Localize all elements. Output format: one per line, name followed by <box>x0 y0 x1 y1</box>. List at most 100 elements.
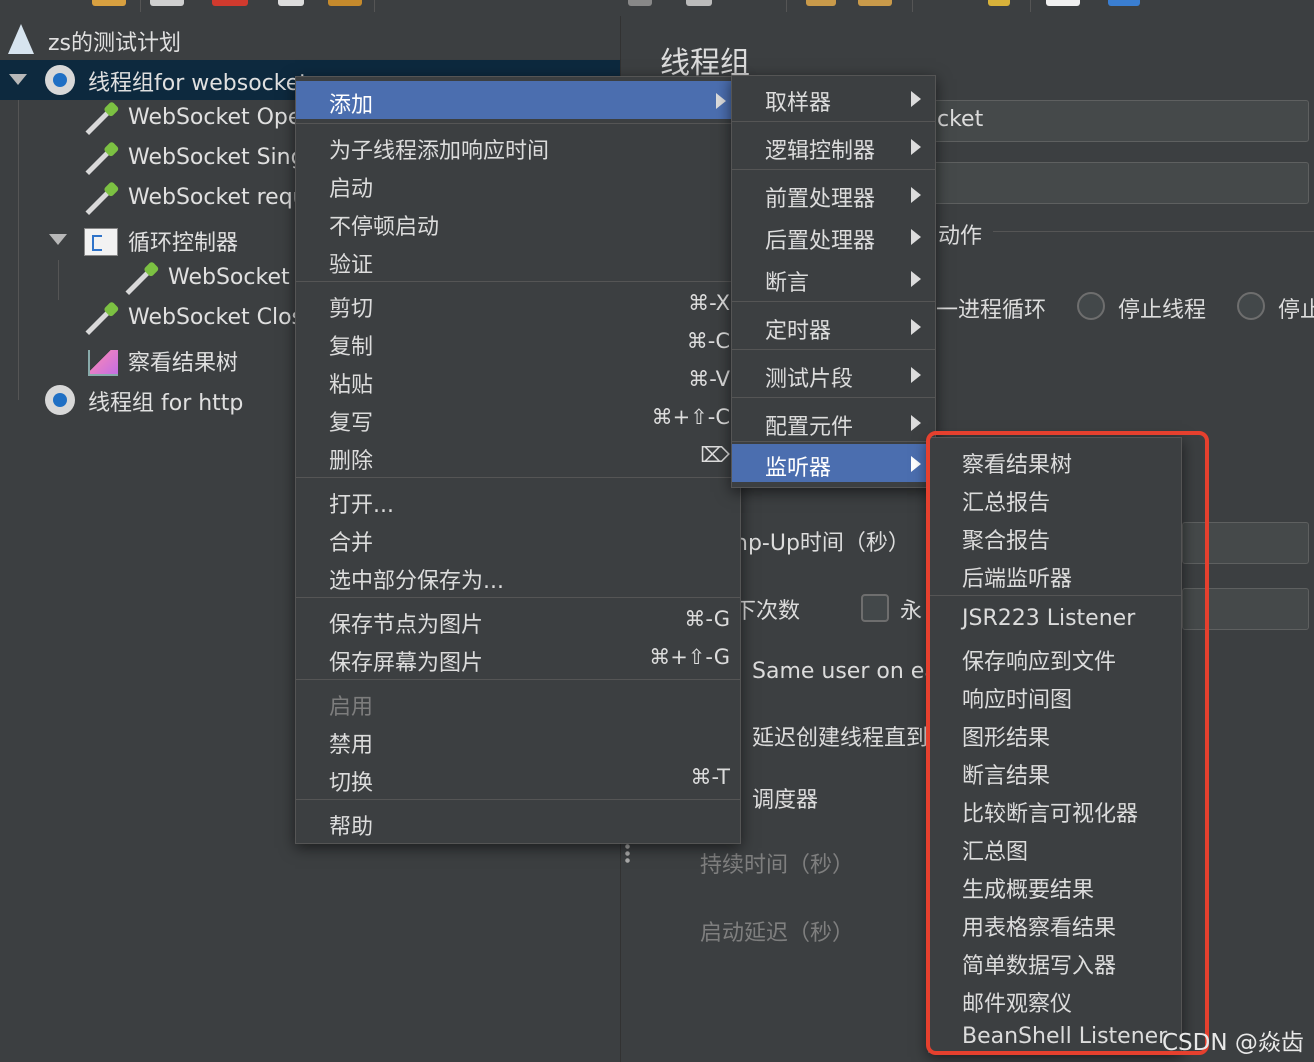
toolbar-start-icon[interactable] <box>628 0 652 6</box>
toolbar-search-icon[interactable] <box>988 0 1010 6</box>
same-user-label: Same user on ea <box>752 659 938 684</box>
expand-triangle-icon[interactable] <box>49 234 67 245</box>
submenu-arrow-icon <box>716 93 726 109</box>
radio-stop-test[interactable] <box>1237 292 1265 320</box>
menu-item-cut[interactable]: 剪切 ⌘-X <box>296 285 740 323</box>
radio-stop-thread-label: 停止线程 <box>1118 298 1207 323</box>
submenu-item-test-fragment[interactable]: 测试片段 <box>732 355 935 393</box>
toolbar-folder-icon[interactable] <box>92 0 126 6</box>
submenu-arrow-icon <box>911 415 921 431</box>
split-pane-grip-icon[interactable] <box>625 843 630 863</box>
submenu-arrow-icon <box>911 91 921 107</box>
action-label: 动作 <box>938 224 983 249</box>
menu-item-help[interactable]: 帮助 <box>296 803 740 841</box>
startup-delay-label: 启动延迟（秒） <box>700 921 855 946</box>
loop-count-label: 下次数 <box>734 599 801 624</box>
submenu-arrow-icon <box>911 229 921 245</box>
tree-item-test-plan[interactable]: zs的测试计划 <box>0 20 620 60</box>
toolbar-separator <box>374 0 375 12</box>
menu-item-start[interactable]: 启动 <box>296 165 740 203</box>
menu-item-paste[interactable]: 粘贴 ⌘-V <box>296 361 740 399</box>
menu-item-start-no-pause[interactable]: 不停顿启动 <box>296 203 740 241</box>
menu-item-label: 启用 <box>329 695 374 720</box>
menu-separator <box>296 597 740 598</box>
toolbar-clear-all-icon[interactable] <box>858 0 892 6</box>
submenu-arrow-icon <box>911 319 921 335</box>
radio-stop-test-label: 停止 <box>1278 298 1314 323</box>
menu-item-toggle[interactable]: 切换 ⌘-T <box>296 759 740 797</box>
menu-item-delete[interactable]: 删除 ⌦ <box>296 437 740 475</box>
menu-item-label: 为子线程添加响应时间 <box>329 139 550 164</box>
menu-item-add[interactable]: 添加 <box>296 81 740 119</box>
watermark: CSDN @焱齿 <box>1162 1030 1304 1056</box>
loop-controller-icon <box>84 228 118 256</box>
toolbar-cut-icon[interactable] <box>212 0 248 6</box>
submenu-arrow-icon <box>911 271 921 287</box>
menu-item-label: 帮助 <box>329 815 374 840</box>
menu-item-label: 合并 <box>329 531 374 556</box>
menu-separator <box>732 441 935 442</box>
context-menu: 添加 为子线程添加响应时间 启动 不停顿启动 验证 剪切 ⌘-X 复制 ⌘-C 粘贴… <box>295 76 741 844</box>
menu-item-save-node-image[interactable]: 保存节点为图片 ⌘-G <box>296 601 740 639</box>
menu-separator <box>732 397 935 398</box>
menu-item-shortcut: ⌘-X <box>688 291 730 315</box>
submenu-item-label: 断言 <box>765 271 810 296</box>
menu-item-add-response-time[interactable]: 为子线程添加响应时间 <box>296 127 740 165</box>
menu-item-shortcut: ⌘-G <box>684 607 730 631</box>
toolbar-paste-icon[interactable] <box>328 0 362 6</box>
menu-separator <box>732 121 935 122</box>
submenu-item-post-processor[interactable]: 后置处理器 <box>732 217 935 255</box>
expand-triangle-icon[interactable] <box>9 74 27 85</box>
rampup-label: np-Up时间（秒） <box>734 531 910 556</box>
toolbar-stop-icon[interactable] <box>686 0 712 6</box>
toolbar-help-icon[interactable] <box>1108 0 1140 6</box>
submenu-item-sampler[interactable]: 取样器 <box>732 79 935 117</box>
thread-group-gear-icon <box>45 65 75 95</box>
menu-item-copy[interactable]: 复制 ⌘-C <box>296 323 740 361</box>
menu-item-label: 保存屏幕为图片 <box>329 651 484 676</box>
menu-item-label: 选中部分保存为... <box>329 569 504 594</box>
menu-item-validate[interactable]: 验证 <box>296 241 740 279</box>
submenu-item-assertion[interactable]: 断言 <box>732 259 935 297</box>
menu-item-shortcut: ⌘-C <box>686 329 730 353</box>
name-field-value: cket <box>937 107 984 132</box>
menu-item-disable[interactable]: 禁用 <box>296 721 740 759</box>
toolbar-save-icon[interactable] <box>150 0 184 6</box>
submenu-item-listener[interactable]: 监听器 <box>732 444 935 482</box>
toolbar <box>0 0 1314 17</box>
forever-checkbox[interactable] <box>861 594 889 622</box>
submenu-item-label: 后置处理器 <box>765 229 876 254</box>
toolbar-copy-icon[interactable] <box>278 0 304 6</box>
menu-item-open[interactable]: 打开... <box>296 481 740 519</box>
delay-create-label: 延迟创建线程直到 <box>752 726 929 751</box>
submenu-item-pre-processor[interactable]: 前置处理器 <box>732 175 935 213</box>
menu-item-label: 不停顿启动 <box>329 215 440 240</box>
radio-stop-thread[interactable] <box>1077 292 1105 320</box>
menu-item-shortcut: ⌘-T <box>690 765 730 789</box>
menu-item-duplicate[interactable]: 复写 ⌘+⇧-C <box>296 399 740 437</box>
submenu-item-config-element[interactable]: 配置元件 <box>732 403 935 441</box>
add-submenu: 取样器 逻辑控制器 前置处理器 后置处理器 断言 定时器 测试片段 配置元件 监… <box>731 75 936 488</box>
name-field[interactable] <box>927 100 1309 142</box>
menu-separator <box>296 799 740 800</box>
submenu-arrow-icon <box>911 139 921 155</box>
menu-separator <box>732 301 935 302</box>
menu-item-save-selection-as[interactable]: 选中部分保存为... <box>296 557 740 595</box>
toolbar-clear-icon[interactable] <box>806 0 836 6</box>
menu-item-merge[interactable]: 合并 <box>296 519 740 557</box>
toolbar-separator <box>140 0 141 12</box>
submenu-arrow-icon <box>911 456 921 472</box>
toolbar-list-icon[interactable] <box>1046 0 1080 6</box>
comments-field[interactable] <box>927 162 1309 204</box>
menu-item-enable: 启用 <box>296 683 740 721</box>
menu-item-label: 剪切 <box>329 297 374 322</box>
tree-item-label: WebSocket Close <box>128 305 317 330</box>
tree-item-label: 线程组for websocket <box>88 71 308 96</box>
tree-item-label: zs的测试计划 <box>48 31 182 56</box>
menu-item-label: 复写 <box>329 411 374 436</box>
submenu-item-timer[interactable]: 定时器 <box>732 307 935 345</box>
menu-item-save-screen-image[interactable]: 保存屏幕为图片 ⌘+⇧-G <box>296 639 740 677</box>
submenu-item-logic-controller[interactable]: 逻辑控制器 <box>732 127 935 165</box>
sampler-pipette-icon <box>85 146 115 175</box>
radio-start-next-loop-label: 一进程循环 <box>936 298 1047 323</box>
